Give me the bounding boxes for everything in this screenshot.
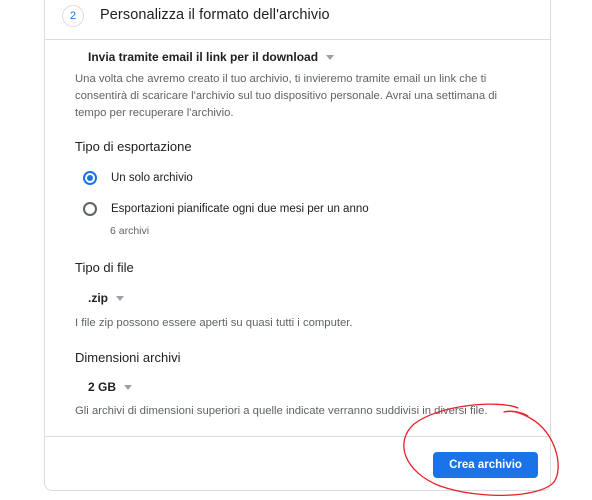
radio-scheduled-exports-label: Esportazioni pianificate ogni due mesi p… xyxy=(111,203,369,215)
step-title: Personalizza il formato dell'archivio xyxy=(100,7,330,23)
file-type-value: .zip xyxy=(88,291,108,305)
archive-size-title: Dimensioni archivi xyxy=(75,350,181,365)
step-header[interactable]: 2 Personalizza il formato dell'archivio xyxy=(44,0,551,40)
delivery-method-dropdown[interactable]: Invia tramite email il link per il downl… xyxy=(88,50,335,64)
file-type-dropdown[interactable]: .zip xyxy=(88,291,124,305)
export-type-title: Tipo di esportazione xyxy=(75,139,192,154)
radio-checked-icon[interactable] xyxy=(83,171,97,185)
file-type-title: Tipo di file xyxy=(75,260,134,275)
dropdown-caret-icon xyxy=(124,384,133,390)
scheduled-exports-count: 6 archivi xyxy=(110,225,150,237)
radio-unchecked-icon[interactable] xyxy=(83,202,97,216)
radio-single-archive-label: Un solo archivio xyxy=(111,172,193,184)
archive-size-description: Gli archivi di dimensioni superiori a qu… xyxy=(75,405,488,417)
file-type-description: I file zip possono essere aperti su quas… xyxy=(75,317,353,329)
radio-single-archive[interactable]: Un solo archivio xyxy=(83,171,193,185)
archive-size-value: 2 GB xyxy=(88,380,117,394)
delivery-description: Una volta che avremo creato il tuo archi… xyxy=(75,73,498,119)
page: 2 Personalizza il formato dell'archivio … xyxy=(0,0,592,500)
footer-divider xyxy=(44,436,551,437)
dropdown-caret-icon xyxy=(116,295,124,301)
radio-scheduled-exports[interactable]: Esportazioni pianificate ogni due mesi p… xyxy=(83,202,369,216)
archive-size-dropdown[interactable]: 2 GB xyxy=(88,380,133,394)
delivery-method-value: Invia tramite email il link per il downl… xyxy=(88,50,319,64)
dropdown-caret-icon xyxy=(326,54,335,60)
create-archive-button[interactable]: Crea archivio xyxy=(433,452,538,478)
step-number: 2 xyxy=(62,5,84,27)
